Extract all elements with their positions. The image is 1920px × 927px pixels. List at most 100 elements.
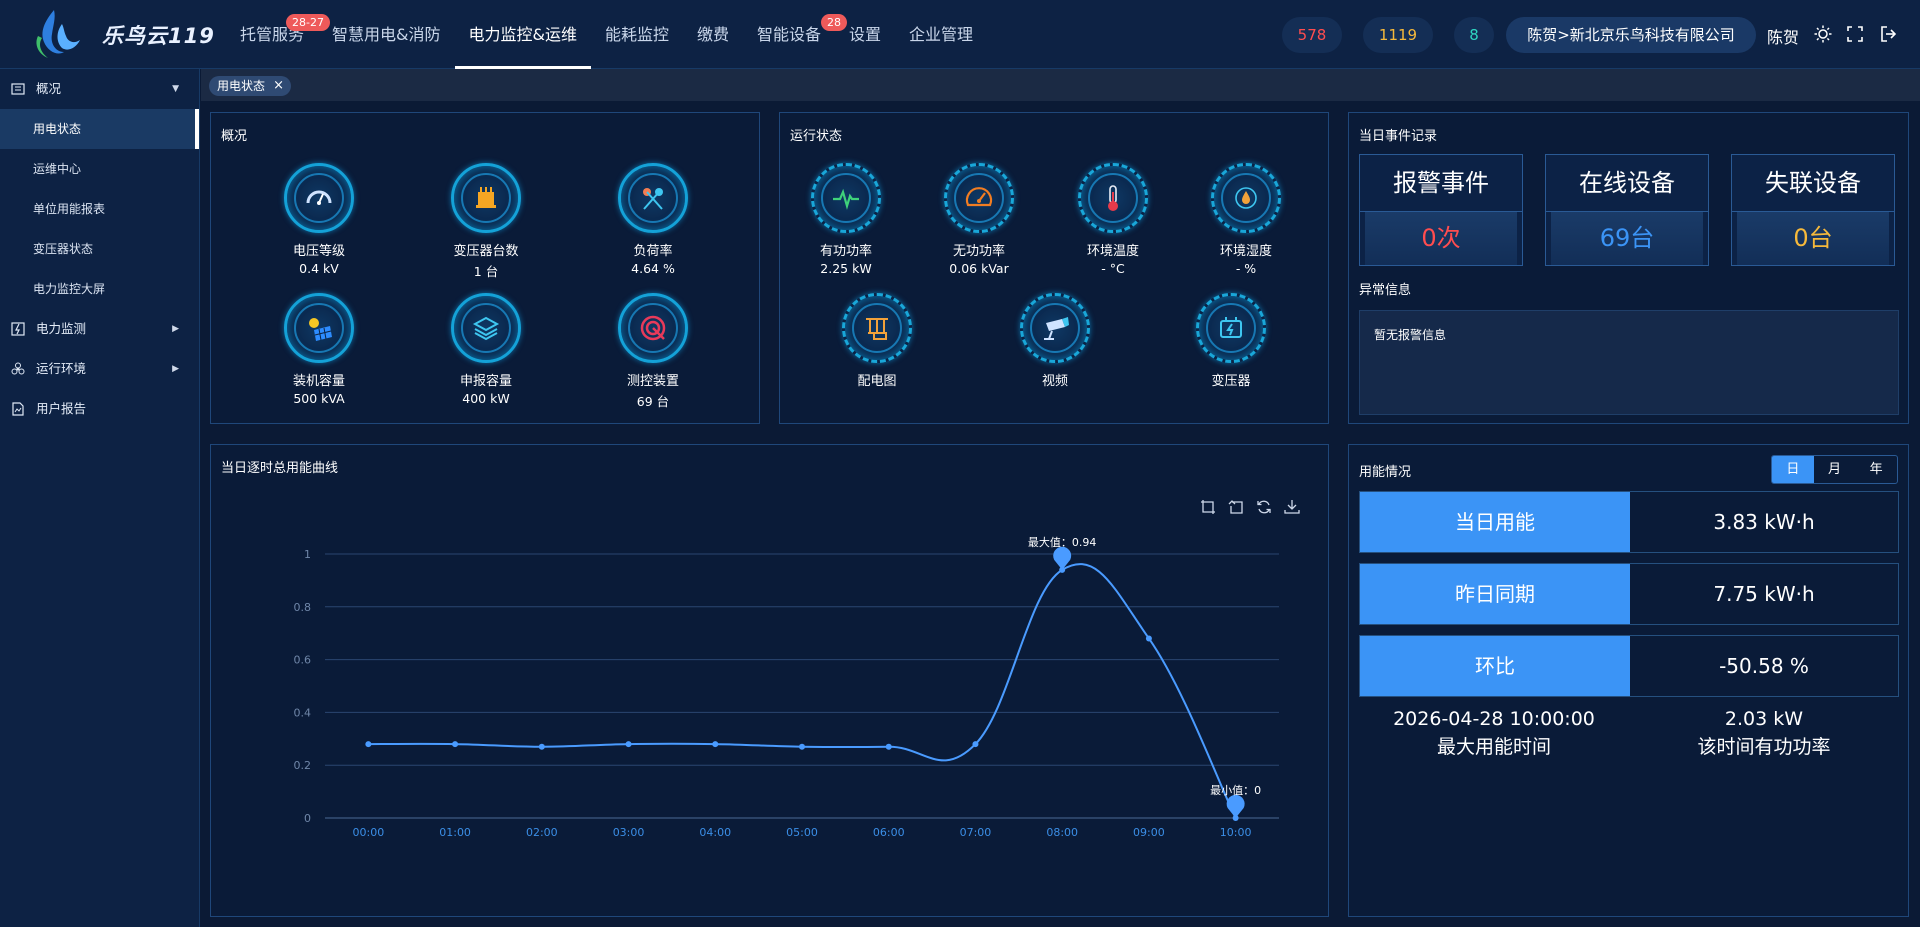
- offline-devices-card[interactable]: 失联设备 0台: [1731, 154, 1895, 266]
- online-devices-card[interactable]: 在线设备 69台: [1545, 154, 1709, 266]
- data-point: [799, 743, 805, 750]
- energy-row-ratio: 环比 -50.58 %: [1359, 635, 1899, 697]
- zoom-reset-icon[interactable]: [1228, 499, 1244, 515]
- nav-item-smart-electric[interactable]: 智慧用电&消防: [318, 0, 454, 69]
- abnormal-info-title: 异常信息: [1359, 283, 1412, 298]
- overview-panel: 概况 电压等级 0.4 kV 变压器台数 1 台 负荷率 4.64 % 装机容量…: [210, 112, 760, 424]
- alarm-count-pill[interactable]: 578: [1282, 17, 1342, 53]
- y-tick-label: 1: [304, 548, 311, 561]
- stat-declared-capacity: 申报容量 400 kW: [411, 293, 561, 406]
- refresh-icon[interactable]: [1256, 499, 1272, 515]
- fullscreen-icon[interactable]: [1846, 25, 1864, 43]
- nav-item-power-monitor[interactable]: 电力监控&运维: [454, 0, 592, 69]
- main-nav: 托管服务 28-27 智慧用电&消防 电力监控&运维 能耗监控 缴费 智能设备 28…: [226, 0, 987, 69]
- x-tick-label: 05:00: [786, 826, 818, 839]
- offline-devices-value: 0台: [1737, 212, 1889, 265]
- logout-icon[interactable]: [1879, 25, 1897, 43]
- warning-count-pill[interactable]: 1119: [1363, 17, 1433, 53]
- nav-item-devices[interactable]: 智能设备 28: [743, 0, 848, 69]
- max-usage-time: 2026-04-28 10:00:00 最大用能时间: [1393, 708, 1595, 758]
- series-line: [368, 563, 1237, 819]
- data-point: [972, 741, 979, 748]
- username[interactable]: 陈贺: [1767, 24, 1799, 48]
- abnormal-info-text: 暂无报警信息: [1374, 328, 1447, 342]
- stat-installed-capacity: 装机容量 500 kVA: [244, 293, 394, 406]
- panel-title: 用能情况: [1359, 465, 1412, 480]
- thermometer-icon: [1108, 185, 1118, 211]
- sidebar-item-unit-report[interactable]: 单位用能报表: [0, 189, 199, 229]
- abnormal-info-box: 暂无报警信息: [1359, 310, 1899, 415]
- stat-voltage: 电压等级 0.4 kV: [244, 163, 394, 276]
- y-tick-label: 0.4: [294, 706, 312, 719]
- nav-item-payment[interactable]: 缴费: [683, 0, 743, 69]
- period-toggle: 日 月 年: [1771, 455, 1898, 484]
- pulse-icon: [833, 188, 859, 210]
- data-point: [365, 741, 372, 748]
- solar-panel-icon: [309, 318, 332, 341]
- caret-right-icon: ▶: [172, 364, 179, 374]
- speedometer-icon: [965, 187, 993, 207]
- nav-item-enterprise[interactable]: 企业管理: [895, 0, 987, 69]
- close-icon[interactable]: ×: [273, 76, 284, 96]
- stat-control-devices: 测控装置 69 台: [578, 293, 728, 410]
- energy-row-today: 当日用能 3.83 kW·h: [1359, 491, 1899, 553]
- running-status-panel: 运行状态 有功功率 2.25 kW 无功功率 0.06 kVar 环境温度 - …: [779, 112, 1329, 424]
- info-count-pill[interactable]: 8: [1454, 17, 1494, 53]
- sidebar-item-big-screen[interactable]: 电力监控大屏: [0, 269, 199, 309]
- nav-item-energy[interactable]: 能耗监控: [591, 0, 683, 69]
- period-year-button[interactable]: 年: [1855, 456, 1897, 483]
- panel-title: 运行状态: [790, 129, 843, 144]
- x-tick-label: 04:00: [699, 826, 731, 839]
- video-link[interactable]: 视频: [980, 293, 1130, 389]
- data-point: [712, 741, 719, 748]
- sidebar-item-ops-center[interactable]: 运维中心: [0, 149, 199, 189]
- target-icon: [640, 315, 666, 341]
- load-rate-icon: [643, 188, 663, 210]
- panel-title: 当日事件记录: [1359, 129, 1438, 144]
- distribution-diagram-icon: [866, 318, 888, 340]
- sidebar-item-overview[interactable]: 概况 ▼: [0, 69, 199, 109]
- power-monitor-icon: [11, 322, 25, 336]
- period-day-button[interactable]: 日: [1772, 456, 1814, 483]
- chart-toolbar: [1200, 499, 1300, 515]
- caret-right-icon: ▶: [172, 324, 179, 334]
- layers-icon: [472, 316, 500, 341]
- nav-item-settings[interactable]: 设置: [835, 0, 895, 69]
- min-marker-pin: [1226, 794, 1245, 818]
- x-tick-label: 10:00: [1220, 826, 1252, 839]
- alarm-events-card[interactable]: 报警事件 0次: [1359, 154, 1523, 266]
- period-month-button[interactable]: 月: [1814, 456, 1856, 483]
- sidebar-item-environment[interactable]: 运行环境 ▶: [0, 349, 199, 389]
- max-time-active-power: 2.03 kW 该时间有功功率: [1697, 708, 1831, 758]
- nav-item-hosting[interactable]: 托管服务 28-27: [226, 0, 331, 69]
- download-icon[interactable]: [1284, 499, 1300, 515]
- zoom-area-icon[interactable]: [1200, 499, 1216, 515]
- tab-strip: 用电状态 ×: [201, 69, 1920, 101]
- overview-icon: [11, 83, 25, 95]
- x-tick-label: 02:00: [526, 826, 558, 839]
- stat-transformer-count: 变压器台数 1 台: [411, 163, 561, 280]
- sidebar-item-user-report[interactable]: 用户报告: [0, 389, 199, 429]
- data-point: [1145, 635, 1152, 642]
- x-tick-label: 09:00: [1133, 826, 1165, 839]
- y-tick-label: 0: [304, 812, 311, 825]
- x-tick-label: 06:00: [873, 826, 905, 839]
- distribution-diagram-link[interactable]: 配电图: [802, 293, 952, 389]
- transformer-link[interactable]: 变压器: [1156, 293, 1306, 389]
- sidebar-item-transformer-status[interactable]: 变压器状态: [0, 229, 199, 269]
- transformer-battery-icon: [1220, 317, 1242, 338]
- alarm-events-value: 0次: [1365, 212, 1517, 265]
- company-selector[interactable]: 陈贺>新北京乐鸟科技有限公司: [1506, 17, 1756, 53]
- theme-sun-icon[interactable]: [1814, 25, 1832, 43]
- x-tick-label: 08:00: [1046, 826, 1078, 839]
- x-tick-label: 00:00: [353, 826, 385, 839]
- tab-power-status[interactable]: 用电状态 ×: [209, 76, 292, 96]
- data-point: [452, 741, 459, 748]
- sidebar-item-power-monitoring[interactable]: 电力监测 ▶: [0, 309, 199, 349]
- y-tick-label: 0.6: [294, 654, 312, 667]
- transformer-icon: [476, 187, 496, 208]
- data-point: [538, 743, 545, 750]
- sidebar-item-power-status[interactable]: 用电状态: [0, 109, 199, 149]
- energy-row-yesterday: 昨日同期 7.75 kW·h: [1359, 563, 1899, 625]
- caret-down-icon: ▼: [172, 84, 179, 94]
